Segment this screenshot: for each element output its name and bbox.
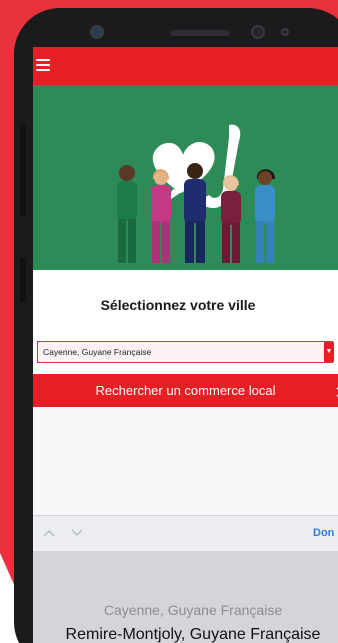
sensor xyxy=(251,25,265,39)
healthcare-workers-illustration xyxy=(117,124,275,263)
nurse-figure-2 xyxy=(151,169,171,263)
city-select[interactable]: Cayenne, Guyane Française ▼ xyxy=(37,341,334,363)
city-picker-wheel[interactable]: Cayenne, Guyane Française Remire-Montjol… xyxy=(33,551,338,643)
sensor-small xyxy=(281,28,289,36)
hero-image xyxy=(33,85,338,270)
hamburger-menu-icon[interactable] xyxy=(36,59,50,71)
keyboard-accessory-bar: Don xyxy=(33,515,338,551)
chevron-up-icon[interactable] xyxy=(43,527,55,539)
volume-button xyxy=(20,125,26,217)
nurse-figure-5 xyxy=(255,169,275,263)
nurse-figure-1 xyxy=(117,165,137,263)
content-area xyxy=(33,407,338,515)
done-button[interactable]: Don xyxy=(313,527,334,539)
app-screen: Sélectionnez votre ville Cayenne, Guyane… xyxy=(33,47,338,643)
search-local-business-button[interactable]: Rechercher un commerce local › xyxy=(33,374,338,407)
picker-item[interactable]: Cayenne, Guyane Française xyxy=(33,602,338,618)
front-camera xyxy=(90,25,104,39)
city-select-value: Cayenne, Guyane Française xyxy=(43,347,152,357)
speaker-grille xyxy=(170,30,230,36)
top-bar xyxy=(33,47,338,85)
picker-item-selected[interactable]: Remire-Montjoly, Guyane Française xyxy=(33,626,338,643)
dropdown-arrow-icon[interactable]: ▼ xyxy=(324,342,334,362)
chevron-down-icon[interactable] xyxy=(71,527,83,539)
search-button-label: Rechercher un commerce local xyxy=(95,383,276,398)
page-title: Sélectionnez votre ville xyxy=(100,297,256,313)
power-button xyxy=(20,258,26,302)
